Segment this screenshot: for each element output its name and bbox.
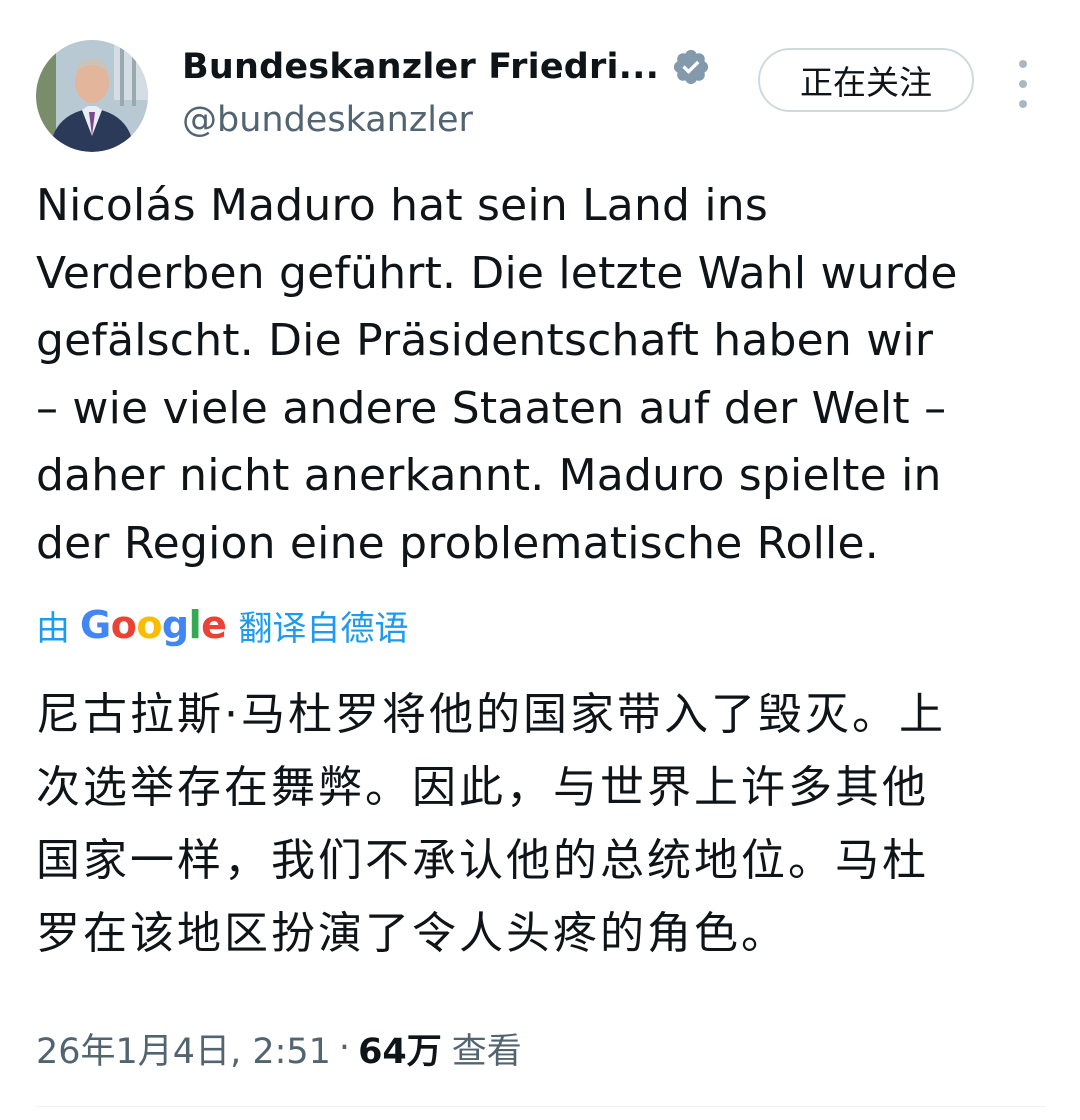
- author-names: Bundeskanzler Friedri... @bundeskanzler: [182, 36, 742, 140]
- timestamp[interactable]: 26年1月4日, 2:51: [36, 1023, 331, 1074]
- display-name-row: Bundeskanzler Friedri...: [182, 36, 742, 98]
- tweet-detail: Bundeskanzler Friedri... @bundeskanzler …: [0, 0, 1080, 1120]
- display-name[interactable]: Bundeskanzler Friedri...: [182, 47, 659, 87]
- verified-badge-icon[interactable]: [671, 47, 711, 87]
- divider: [36, 1106, 1046, 1107]
- following-button[interactable]: 正在关注: [758, 48, 974, 112]
- tweet-text: Nicolás Maduro hat sein Land ins Verderb…: [36, 180, 958, 569]
- translation-prefix: 由: [36, 608, 70, 649]
- translation-attribution[interactable]: 由 Google 翻译自德语: [36, 600, 408, 650]
- translated-text: 尼古拉斯·马杜罗将他的国家带入了毁灭。上 次选举存在舞弊。因此，与世界上许多其他…: [36, 689, 946, 959]
- tweet-header: Bundeskanzler Friedri... @bundeskanzler …: [36, 36, 1046, 152]
- translation-suffix: 翻译自德语: [238, 608, 409, 649]
- views-label: 查看: [451, 1031, 522, 1072]
- more-dot: [1019, 80, 1027, 88]
- google-logo: Google: [80, 603, 227, 647]
- author-handle[interactable]: @bundeskanzler: [182, 100, 742, 140]
- views-count: 64万: [358, 1031, 442, 1072]
- more-dot: [1019, 60, 1027, 68]
- more-dot: [1019, 100, 1027, 108]
- more-vertical-icon[interactable]: [1008, 60, 1038, 108]
- meta-separator: ·: [338, 1028, 351, 1068]
- avatar[interactable]: [36, 40, 148, 152]
- tweet-meta: 26年1月4日, 2:51 · 64万 查看: [36, 1020, 522, 1076]
- avatar-photo-icon: [36, 40, 148, 152]
